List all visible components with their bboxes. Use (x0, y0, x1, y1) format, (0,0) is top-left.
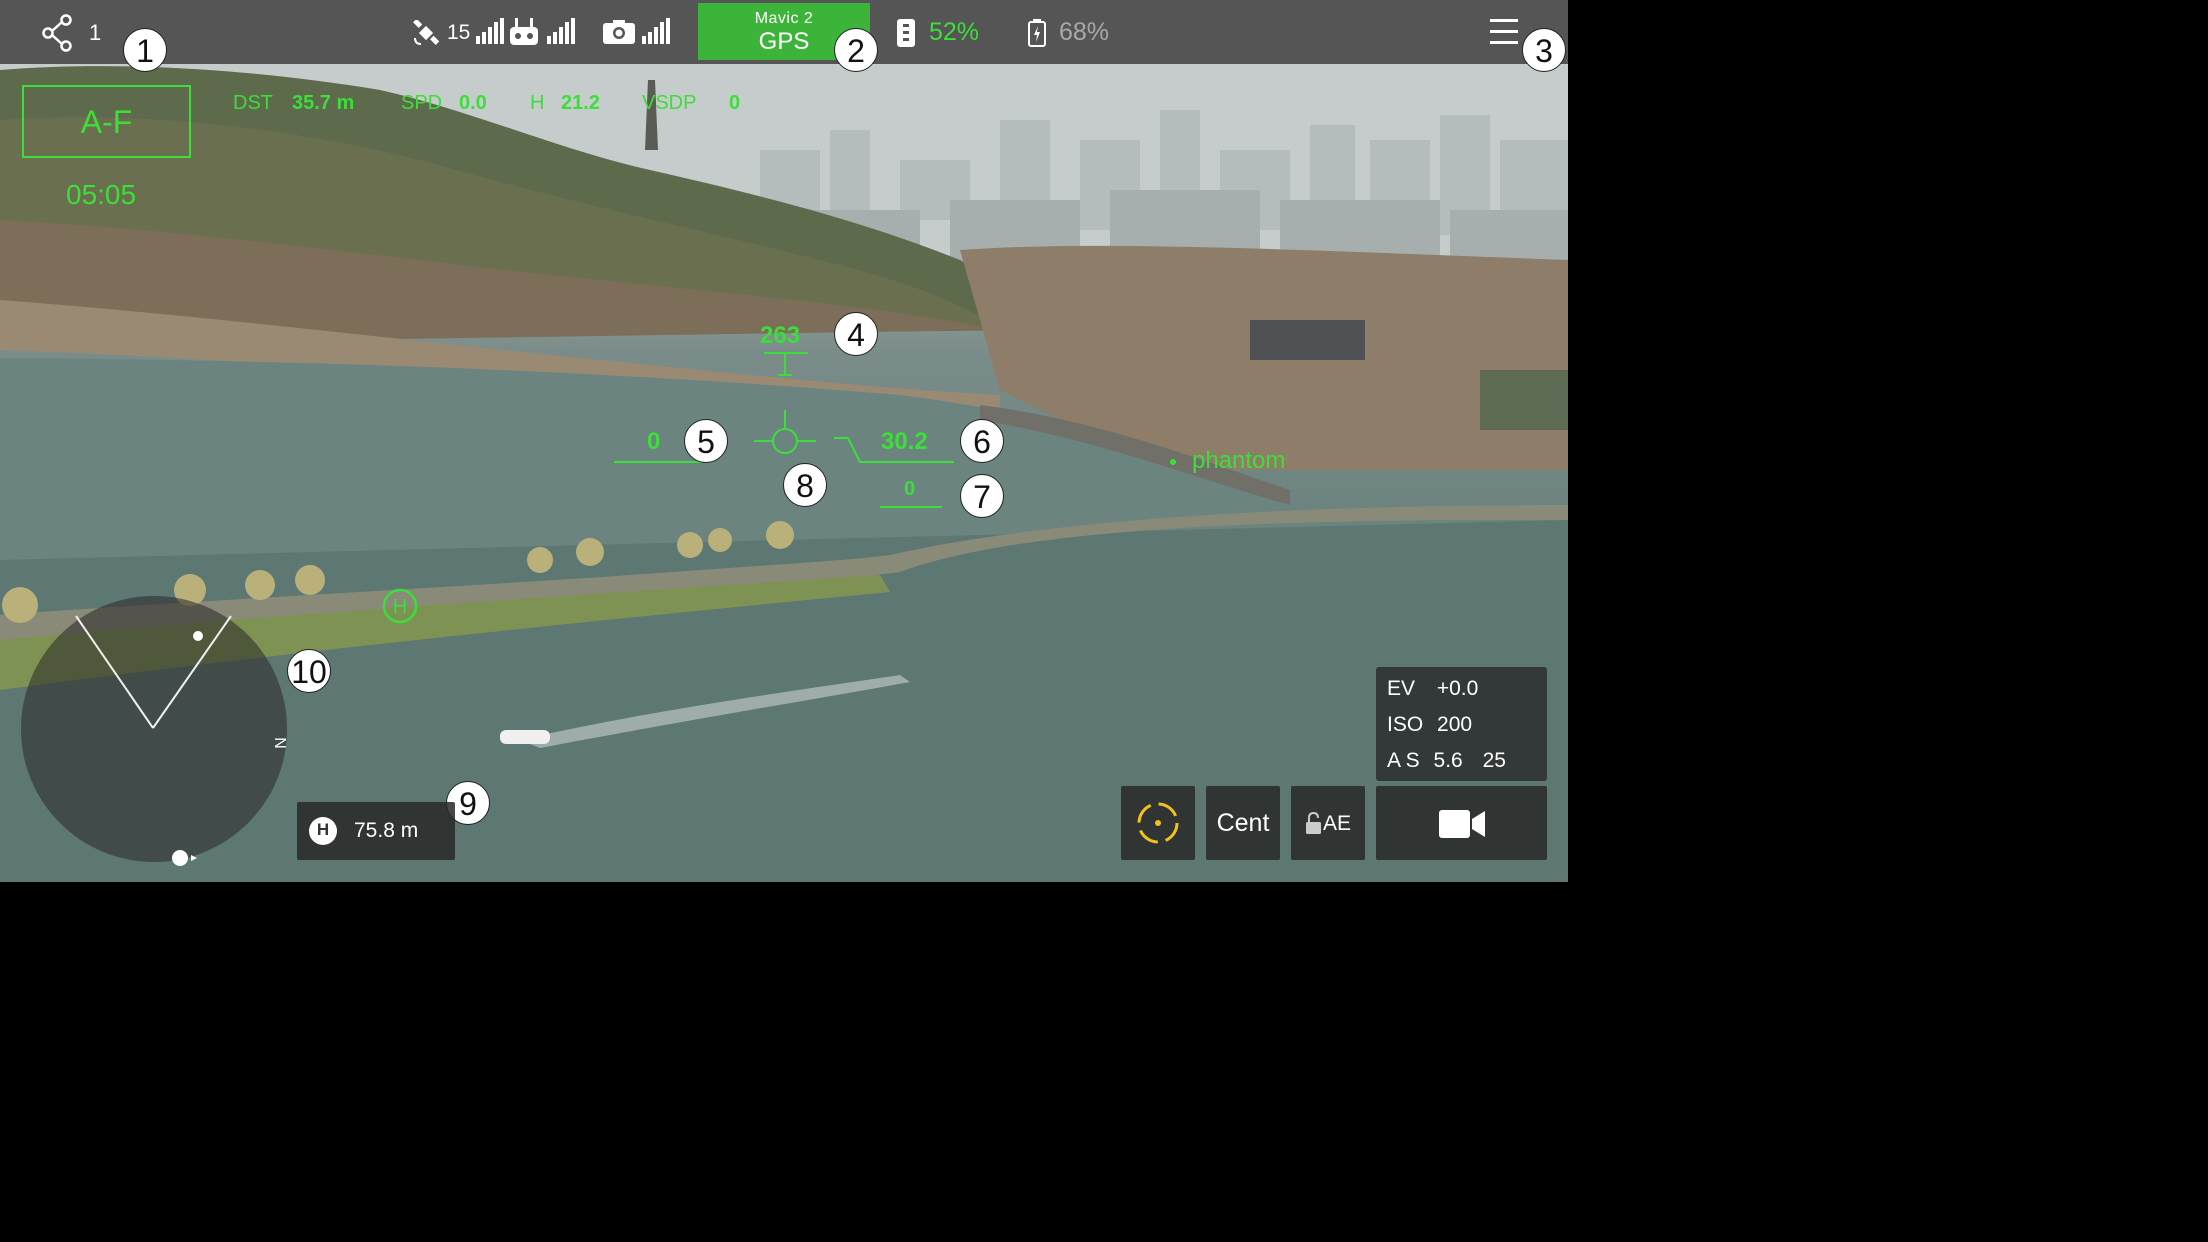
vertical-speed-line (880, 506, 942, 508)
as-label: A S (1387, 749, 1420, 772)
callout-5: 5 (684, 419, 728, 463)
satellite-icon (413, 20, 441, 46)
menu-icon[interactable] (1490, 19, 1518, 45)
heading-value: 263 (760, 322, 801, 349)
callout-1: 1 (123, 28, 167, 72)
record-video-button[interactable] (1376, 786, 1547, 860)
callout-4: 4 (834, 312, 878, 356)
home-distance-value: 75.8 m (354, 819, 419, 842)
radar-map[interactable]: N (21, 596, 290, 866)
callout-2: 2 (834, 28, 878, 72)
aircraft-attitude-icon (754, 410, 816, 461)
spd-value: 0.0 (459, 92, 487, 114)
share-count: 1 (89, 20, 102, 45)
satellite-count: 15 (447, 21, 471, 44)
center-button[interactable]: Cent (1206, 786, 1280, 860)
ev-label: EV (1387, 677, 1416, 700)
speed-tape-line (614, 461, 702, 463)
gps-signal-bars-icon (476, 18, 506, 44)
focus-mode-button[interactable]: A-F (22, 85, 191, 158)
height-label: H (530, 92, 545, 114)
remote-controller-icon (510, 18, 538, 46)
heading-tick-base (778, 374, 792, 376)
camera-settings-panel[interactable]: EV +0.0 ISO 200 A S 5.6 25 (1376, 667, 1547, 781)
spd-label: SPD (401, 92, 443, 114)
vsdp-label: VSDP (642, 92, 697, 114)
ae-label: AE (1323, 812, 1352, 835)
home-icon-letter: H (316, 820, 330, 839)
target-focus-button[interactable] (1121, 786, 1195, 860)
aircraft-battery-percent: 52% (929, 18, 980, 46)
top-status-bar: 1 15 Mavic 2 GPS 52% 68% (0, 0, 1568, 64)
speed-tape-value: 0 (647, 428, 661, 455)
ev-value: +0.0 (1436, 677, 1479, 700)
flight-timer: 05:05 (66, 179, 137, 210)
heading-underline (764, 352, 808, 354)
target-focus-icon (1137, 802, 1179, 844)
dst-label: DST (233, 92, 273, 114)
camera-signal-icon (603, 20, 635, 44)
north-indicator: N (272, 737, 290, 749)
video-camera-icon (1438, 810, 1485, 838)
aircraft-model: Mavic 2 (754, 10, 814, 27)
share-icon[interactable] (42, 14, 74, 52)
home-distance-indicator: H 75.8 m (297, 802, 455, 860)
iso-value: 200 (1437, 713, 1473, 736)
tracked-target[interactable]: phantom (1170, 447, 1285, 475)
heading-tick (784, 352, 786, 374)
height-value: 21.2 (561, 92, 600, 114)
vsdp-value: 0 (729, 92, 741, 114)
aperture-value: 5.6 (1433, 749, 1463, 772)
dst-value: 35.7 m (292, 92, 355, 114)
vertical-speed-value: 0 (904, 478, 916, 500)
ae-lock-button[interactable]: AE (1291, 786, 1365, 860)
iso-label: ISO (1387, 713, 1424, 736)
home-point-marker: H (382, 588, 418, 629)
target-label: phantom (1192, 447, 1286, 474)
video-signal-bars-icon (642, 18, 672, 44)
rc-signal-bars-icon (547, 18, 577, 44)
battery-icon (897, 19, 915, 47)
callout-6: 6 (960, 419, 1004, 463)
rc-battery-percent: 68% (1059, 18, 1110, 46)
callout-3: 3 (1522, 28, 1566, 72)
lock-icon (1306, 812, 1321, 834)
shutter-value: 25 (1482, 749, 1506, 772)
altitude-tape-value: 30.2 (881, 428, 928, 455)
callout-8: 8 (783, 463, 827, 507)
svg-text:H: H (393, 596, 407, 618)
target-dot (1170, 458, 1176, 465)
callout-7: 7 (960, 474, 1004, 518)
rc-battery-icon (1028, 19, 1046, 47)
